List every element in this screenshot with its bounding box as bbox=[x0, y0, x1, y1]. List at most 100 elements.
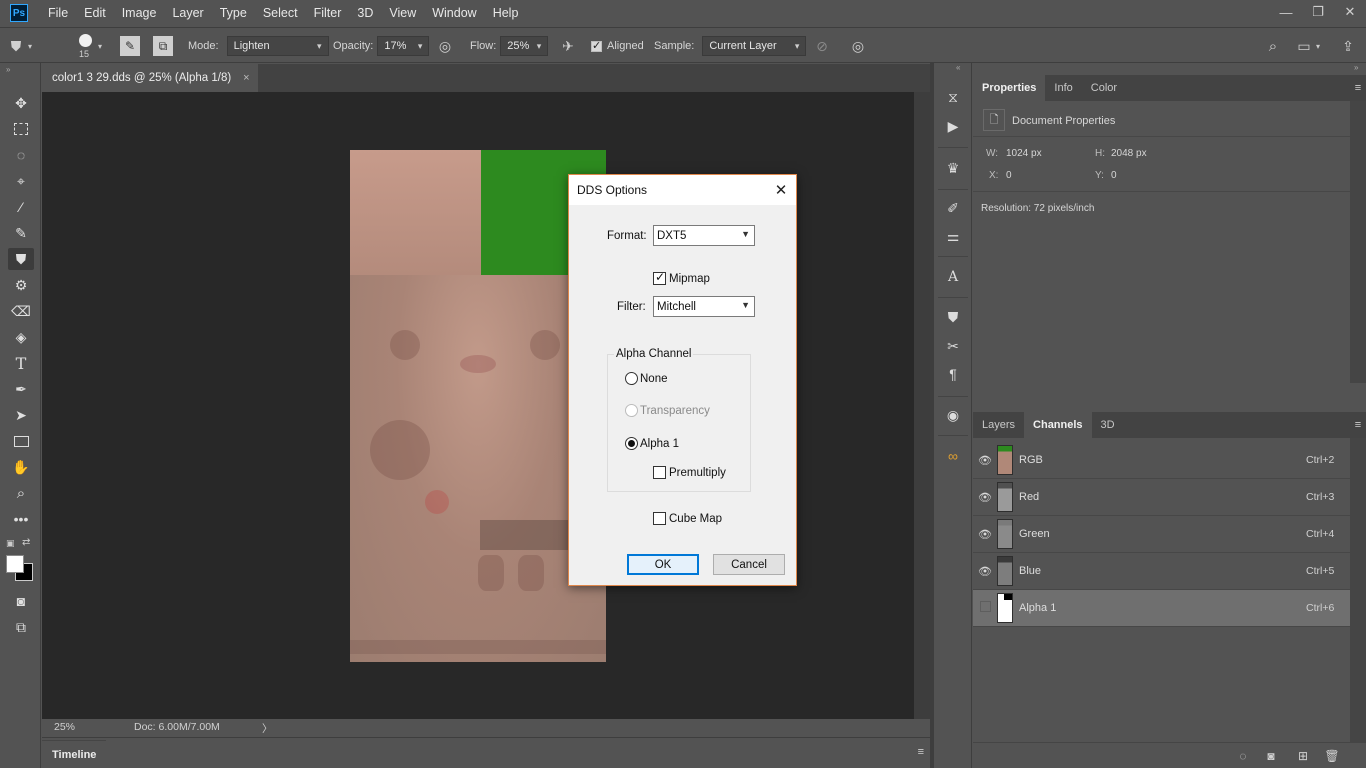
tool-presets-button[interactable]: ✂ bbox=[942, 335, 964, 357]
search-button[interactable]: ⌕ bbox=[1263, 28, 1283, 64]
paragraph-button[interactable]: ¶ bbox=[942, 363, 964, 385]
airbrush-button[interactable]: ✈ bbox=[558, 28, 578, 64]
actions-button[interactable]: ▶ bbox=[942, 115, 964, 137]
format-dropdown[interactable]: DXT5 ▼ bbox=[653, 225, 755, 246]
height-value[interactable]: 2048 px bbox=[1111, 148, 1147, 159]
properties-scrollbar[interactable] bbox=[1350, 101, 1366, 383]
history-button[interactable]: ⧖ bbox=[942, 86, 964, 108]
pressure-opacity-button[interactable]: ◎ bbox=[435, 28, 455, 64]
type-tool[interactable]: T bbox=[8, 352, 34, 374]
brush-settings-button[interactable]: ✐ bbox=[942, 197, 964, 219]
cube-map-checkbox[interactable] bbox=[653, 512, 666, 525]
channel-row-alpha-1[interactable]: Alpha 1 Ctrl+6 bbox=[973, 590, 1350, 627]
alpha-none-radio[interactable] bbox=[625, 372, 638, 385]
brush-tool[interactable]: ✎ bbox=[8, 222, 34, 244]
menu-help[interactable]: Help bbox=[485, 0, 527, 26]
close-tab-icon[interactable]: × bbox=[243, 72, 249, 84]
screen-mode-button[interactable]: ⧉ bbox=[8, 616, 34, 638]
channels-scrollbar[interactable] bbox=[1350, 438, 1366, 742]
timeline-tab[interactable]: Timeline bbox=[42, 740, 107, 768]
tab-channels[interactable]: Channels bbox=[1024, 412, 1092, 438]
dialog-close-icon[interactable]: ✕ bbox=[772, 181, 790, 199]
channel-row-rgb[interactable]: 👁 RGB Ctrl+2 bbox=[973, 442, 1350, 479]
menu-edit[interactable]: Edit bbox=[76, 0, 114, 26]
libraries-button[interactable]: ◉ bbox=[942, 404, 964, 426]
y-value[interactable]: 0 bbox=[1111, 170, 1117, 181]
x-value[interactable]: 0 bbox=[1006, 170, 1012, 181]
foreground-color-swatch[interactable] bbox=[6, 555, 24, 573]
rectangle-tool[interactable] bbox=[8, 430, 34, 452]
eyedropper-tool[interactable]: ⁄ bbox=[8, 196, 34, 218]
tab-color[interactable]: Color bbox=[1082, 75, 1126, 101]
share-button[interactable]: ⇪ bbox=[1338, 28, 1358, 64]
premultiply-checkbox[interactable] bbox=[653, 466, 666, 479]
lasso-tool[interactable]: ◌ bbox=[8, 144, 34, 166]
sample-dropdown[interactable]: Current Layer ▾ bbox=[702, 36, 807, 56]
menu-window[interactable]: Window bbox=[424, 0, 484, 26]
edit-toolbar-button[interactable]: ••• bbox=[8, 508, 34, 530]
tab-properties[interactable]: Properties bbox=[973, 75, 1046, 101]
visibility-eye-icon[interactable]: 👁 bbox=[973, 565, 997, 578]
move-tool[interactable]: ✥ bbox=[8, 92, 34, 114]
tool-preset-picker[interactable]: ⛊ ▾ bbox=[6, 28, 32, 64]
toggle-clone-source-panel[interactable]: ⧉ bbox=[153, 28, 173, 64]
zoom-tool[interactable]: ⌕ bbox=[8, 482, 34, 504]
restore-button[interactable]: ❐ bbox=[1302, 0, 1334, 24]
menu-file[interactable]: File bbox=[40, 0, 76, 26]
canvas-vertical-scrollbar[interactable] bbox=[914, 92, 930, 719]
close-window-button[interactable]: ✕ bbox=[1334, 0, 1366, 24]
visibility-eye-icon[interactable]: 👁 bbox=[973, 491, 997, 504]
properties-panel-menu-icon[interactable]: ≡ bbox=[1350, 75, 1366, 101]
width-value[interactable]: 1024 px bbox=[1006, 148, 1042, 159]
brush-preset-picker[interactable]: 15 ▾ bbox=[74, 28, 102, 64]
menu-view[interactable]: View bbox=[381, 0, 424, 26]
tab-layers[interactable]: Layers bbox=[973, 412, 1024, 438]
filter-dropdown[interactable]: Mitchell ▼ bbox=[653, 296, 755, 317]
dialog-title-bar[interactable]: DDS Options bbox=[569, 175, 796, 205]
pen-tool[interactable]: ✒ bbox=[8, 378, 34, 400]
adobe-stock-button[interactable]: ∞ bbox=[942, 445, 964, 467]
minimize-button[interactable]: — bbox=[1270, 0, 1302, 24]
workspace-switcher[interactable]: ▭ ▾ bbox=[1294, 28, 1320, 64]
visibility-toggle[interactable] bbox=[973, 601, 997, 615]
document-tab[interactable]: color1 3 29.dds @ 25% (Alpha 1/8) × bbox=[42, 64, 258, 92]
menu-layer[interactable]: Layer bbox=[164, 0, 211, 26]
path-selection-tool[interactable]: ➤ bbox=[8, 404, 34, 426]
eraser-tool[interactable]: ⌫ bbox=[8, 300, 34, 322]
ignore-adjustment-layers-button[interactable]: ⊘ bbox=[812, 28, 832, 64]
pressure-size-button[interactable]: ◎ bbox=[848, 28, 868, 64]
visibility-eye-icon[interactable]: 👁 bbox=[973, 528, 997, 541]
alpha-1-radio[interactable] bbox=[625, 437, 638, 450]
tab-info[interactable]: Info bbox=[1045, 75, 1081, 101]
aligned-checkbox[interactable]: Aligned bbox=[591, 28, 644, 64]
clone-stamp-tool[interactable]: ⛊ bbox=[8, 248, 34, 270]
trash-icon[interactable]: 🗑 bbox=[1323, 747, 1341, 765]
channel-row-blue[interactable]: 👁 Blue Ctrl+5 bbox=[973, 553, 1350, 590]
visibility-eye-icon[interactable]: 👁 bbox=[973, 454, 997, 467]
mipmap-checkbox[interactable] bbox=[653, 270, 666, 285]
new-channel-icon[interactable]: ⊞ bbox=[1294, 747, 1312, 765]
opacity-field[interactable]: 17% ▾ bbox=[377, 36, 430, 56]
menu-3d[interactable]: 3D bbox=[349, 0, 381, 26]
save-selection-icon[interactable]: ◙ bbox=[1262, 747, 1280, 765]
panel-menu-icon[interactable]: ≡ bbox=[918, 746, 924, 758]
menu-select[interactable]: Select bbox=[255, 0, 306, 26]
character-button[interactable]: A bbox=[942, 266, 964, 288]
flow-field[interactable]: 25% ▾ bbox=[500, 36, 549, 56]
default-colors-icon[interactable]: ▣ bbox=[6, 538, 15, 549]
status-menu-arrow[interactable]: 〉 bbox=[262, 721, 273, 736]
alpha-transparency-radio[interactable] bbox=[625, 404, 638, 417]
clone-source-button[interactable]: ⛊ bbox=[942, 306, 964, 328]
load-selection-icon[interactable]: ◌ bbox=[1234, 747, 1252, 765]
tab-3d[interactable]: 3D bbox=[1092, 412, 1124, 438]
swap-colors-icon[interactable]: ⇄ bbox=[22, 537, 30, 548]
collapse-toolbar-icon[interactable]: » bbox=[6, 65, 10, 74]
mode-dropdown[interactable]: Lighten ▾ bbox=[226, 36, 329, 56]
marquee-tool[interactable] bbox=[8, 118, 34, 140]
hand-tool[interactable]: ✋ bbox=[8, 456, 34, 478]
quick-mask-button[interactable]: ◙ bbox=[8, 590, 34, 612]
menu-image[interactable]: Image bbox=[114, 0, 165, 26]
pattern-tool[interactable]: ⚙ bbox=[8, 274, 34, 296]
quick-selection-tool[interactable]: ⌖ bbox=[8, 170, 34, 192]
expand-panels-icon[interactable]: « bbox=[956, 63, 960, 72]
